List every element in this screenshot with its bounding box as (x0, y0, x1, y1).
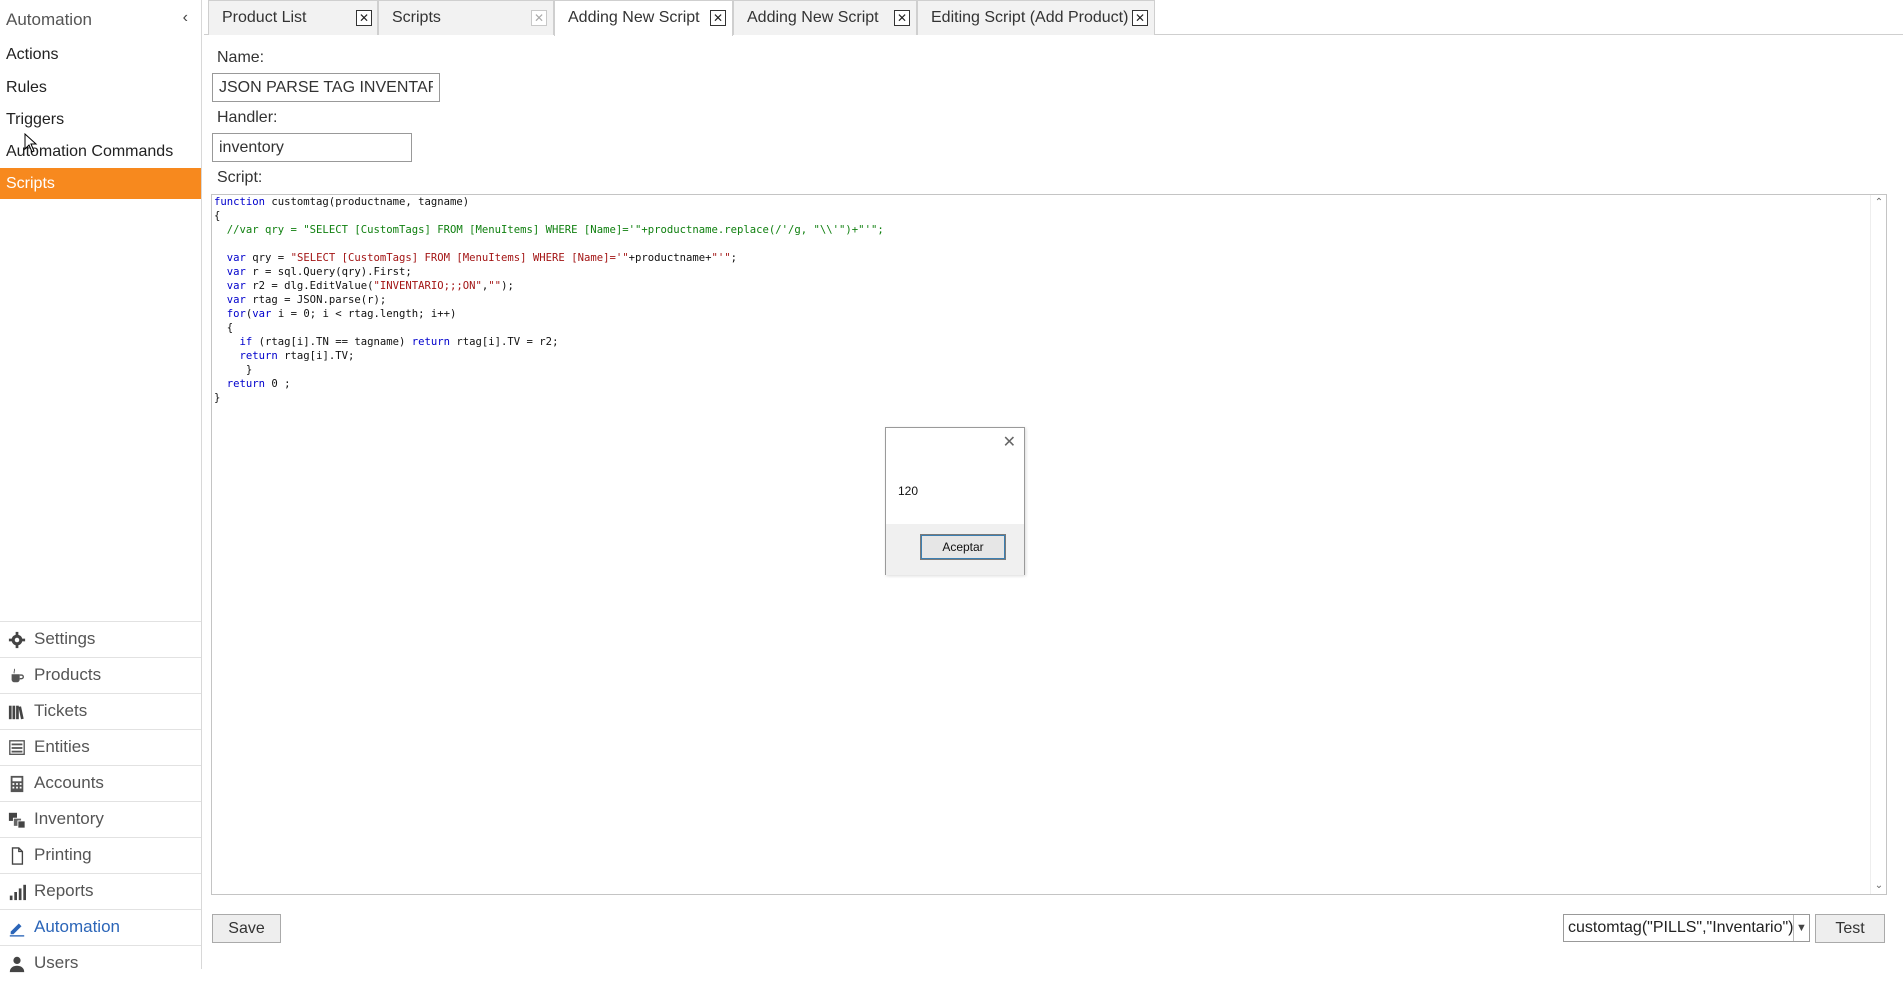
chevron-down-icon[interactable]: ▼ (1793, 915, 1809, 941)
sidebar-item-triggers[interactable]: Triggers (0, 104, 201, 135)
close-icon[interactable]: ✕ (710, 10, 726, 26)
test-button[interactable]: Test (1815, 914, 1885, 943)
scroll-down-icon[interactable]: ⌄ (1873, 880, 1885, 892)
nav-label: Printing (34, 845, 92, 864)
nav-label: Inventory (34, 809, 104, 828)
books-icon (8, 705, 24, 720)
chevron-left-icon[interactable]: ‹ (183, 9, 188, 27)
nav-inventory[interactable]: Inventory (0, 801, 201, 837)
nav-label: Accounts (34, 773, 104, 792)
nav-label: Tickets (34, 701, 88, 720)
nav-users[interactable]: Users (0, 945, 201, 981)
gear-icon (8, 631, 26, 649)
sidebar-item-actions[interactable]: Actions (0, 39, 201, 70)
list-icon (9, 740, 25, 755)
handler-label: Handler: (217, 109, 278, 126)
nav-entities[interactable]: Entities (0, 729, 201, 765)
coffee-cup-icon (11, 668, 24, 683)
boxes-icon (8, 812, 26, 829)
nav-label: Users (34, 953, 79, 972)
nav-label: Entities (34, 737, 90, 756)
close-icon[interactable]: ✕ (894, 10, 910, 26)
tab-editing-script[interactable]: Editing Script (Add Product) ✕ (917, 0, 1155, 35)
editor-scrollbar[interactable]: ⌃ ⌄ (1870, 195, 1886, 894)
close-icon[interactable]: ✕ (531, 10, 547, 26)
test-expression-value: customtag("PILLS","Inventario") (1568, 919, 1794, 936)
dialog-footer: Aceptar (886, 524, 1024, 575)
nav-tickets[interactable]: Tickets (0, 693, 201, 729)
sidebar-item-rules[interactable]: Rules (0, 72, 201, 103)
nav-settings[interactable]: Settings (0, 621, 201, 657)
sidebar-title: Automation (6, 10, 92, 29)
close-icon[interactable]: ✕ (356, 10, 372, 26)
nav-reports[interactable]: Reports (0, 873, 201, 909)
nav-label: Automation (34, 917, 120, 936)
nav-printing[interactable]: Printing (0, 837, 201, 873)
tab-label: Scripts (392, 9, 441, 26)
name-input[interactable] (212, 73, 440, 102)
test-expression-select[interactable]: customtag("PILLS","Inventario") ▼ (1563, 914, 1810, 942)
scroll-up-icon[interactable]: ⌃ (1873, 197, 1885, 209)
message-dialog: ✕ 120 Aceptar (885, 427, 1025, 575)
tab-adding-new-script[interactable]: Adding New Script ✕ (733, 0, 917, 35)
tab-label: Product List (222, 9, 307, 26)
tab-adding-new-script-active[interactable]: Adding New Script ✕ (554, 0, 733, 36)
close-icon[interactable]: ✕ (1003, 432, 1016, 452)
accept-button[interactable]: Aceptar (920, 534, 1006, 560)
dialog-message: 120 (898, 484, 919, 498)
user-icon (9, 956, 25, 973)
tab-bar: Product List ✕ Scripts ✕ Adding New Scri… (204, 0, 1903, 36)
close-icon[interactable]: ✕ (1132, 10, 1148, 26)
nav-accounts[interactable]: Accounts (0, 765, 201, 801)
script-editor[interactable]: function customtag(productname, tagname)… (211, 194, 1887, 895)
bar-chart-icon (9, 884, 26, 901)
nav-products[interactable]: Products (0, 657, 201, 693)
tab-label: Adding New Script (747, 9, 879, 26)
tab-scripts[interactable]: Scripts ✕ (378, 0, 554, 35)
sidebar-header: Automation ‹ (0, 0, 202, 38)
handler-input[interactable] (212, 133, 412, 162)
save-button[interactable]: Save (212, 914, 281, 943)
mouse-cursor-icon (24, 133, 38, 153)
name-label: Name: (217, 49, 265, 66)
nav-label: Settings (34, 629, 96, 648)
nav-label: Products (34, 665, 102, 684)
script-code: function customtag(productname, tagname)… (214, 196, 884, 404)
calculator-icon (10, 775, 24, 793)
tab-label: Adding New Script (568, 9, 700, 26)
pencil-icon (9, 923, 25, 937)
nav-automation[interactable]: Automation (0, 909, 201, 945)
document-icon (11, 847, 24, 865)
script-label: Script: (217, 169, 263, 186)
nav-label: Reports (34, 881, 94, 900)
sidebar-item-scripts[interactable]: Scripts (0, 168, 201, 199)
tab-product-list[interactable]: Product List ✕ (208, 0, 378, 35)
tab-label: Editing Script (Add Product) (931, 9, 1129, 26)
